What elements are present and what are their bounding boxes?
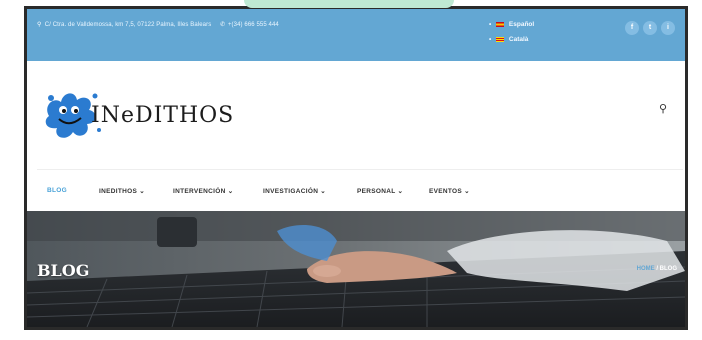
decorative-tab [244, 0, 454, 8]
nav-label: EVENTOS [429, 188, 463, 195]
site-title[interactable]: INeDITHOS [91, 103, 234, 128]
catalonia-flag-icon [496, 36, 505, 42]
top-info-bar: ⚲ C/ Ctra. de Valldemossa, km 7,5, 07122… [27, 9, 685, 61]
divider [37, 169, 683, 170]
chevron-down-icon: ⌄ [227, 188, 234, 195]
facebook-icon[interactable]: f [625, 21, 639, 35]
address-text: C/ Ctra. de Valldemossa, km 7,5, 07122 P… [44, 22, 212, 28]
language-option-es[interactable]: • Español [489, 21, 534, 28]
nav-item-intervencion[interactable]: INTERVENCIÓN ⌄ [173, 187, 233, 195]
location-pin-icon: ⚲ [37, 22, 42, 28]
main-navigation: BLOG INEDITHOS ⌄ INTERVENCIÓN ⌄ INVESTIG… [27, 171, 685, 211]
nav-item-personal[interactable]: PERSONAL ⌄ [357, 187, 403, 195]
nav-item-blog[interactable]: BLOG [47, 187, 67, 194]
language-label: Español [508, 21, 535, 28]
browser-frame: ⚲ C/ Ctra. de Valldemossa, km 7,5, 07122… [24, 6, 688, 330]
nav-item-investigacion[interactable]: INVESTIGACIÓN ⌄ [263, 187, 326, 195]
instagram-icon[interactable]: i [661, 21, 675, 35]
site-header: INeDITHOS ⚲ [27, 61, 685, 171]
content-area [27, 327, 685, 330]
nav-label: INVESTIGACIÓN [263, 188, 319, 195]
bullet-icon: • [489, 21, 492, 28]
nav-label: INTERVENCIÓN [173, 188, 226, 195]
phone-icon: ✆ [220, 22, 226, 28]
breadcrumb-current: BLOG [659, 266, 677, 272]
search-icon[interactable]: ⚲ [659, 102, 667, 115]
page-title: BLOG [37, 261, 90, 280]
chevron-down-icon: ⌄ [464, 188, 470, 195]
chevron-down-icon: ⌄ [320, 188, 327, 195]
chevron-down-icon: ⌄ [397, 188, 404, 195]
nav-label: BLOG [47, 187, 67, 194]
nav-label: PERSONAL [357, 188, 396, 195]
spain-flag-icon [496, 21, 505, 27]
language-label: Català [508, 36, 529, 43]
breadcrumb-separator: / [656, 266, 658, 272]
twitter-icon[interactable]: t [643, 21, 657, 35]
bullet-icon: • [489, 36, 492, 43]
nav-item-inedithos[interactable]: INEDITHOS ⌄ [99, 187, 145, 195]
breadcrumb: HOME / BLOG [637, 266, 677, 272]
nav-label: INEDITHOS [99, 188, 138, 195]
chevron-down-icon: ⌄ [139, 188, 145, 195]
language-option-ca[interactable]: • Català [489, 36, 528, 43]
breadcrumb-home-link[interactable]: HOME [637, 266, 655, 272]
phone-text[interactable]: +(34) 666 555 444 [228, 22, 279, 28]
nav-item-eventos[interactable]: EVENTOS ⌄ [429, 187, 470, 195]
contact-info: ⚲ C/ Ctra. de Valldemossa, km 7,5, 07122… [37, 21, 279, 28]
banner-background-image [27, 211, 685, 327]
page-banner: BLOG HOME / BLOG [27, 211, 685, 327]
